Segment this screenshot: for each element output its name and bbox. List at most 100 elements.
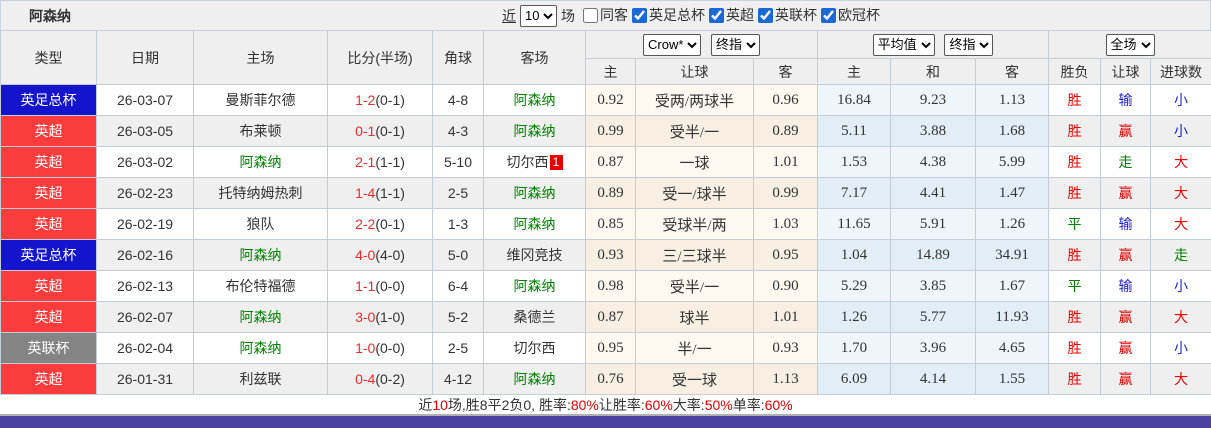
result-handicap: 赢 [1100, 177, 1152, 209]
odds-home: 0.87 [585, 146, 636, 178]
avg-away: 34.91 [974, 239, 1050, 271]
col-header-score: 比分(半场) [327, 30, 433, 85]
score-cell: 4-0(4-0) [327, 239, 433, 271]
filter-checkbox-同客[interactable]: 同客 [583, 5, 628, 25]
subcol-result-goals: 进球数 [1150, 58, 1211, 85]
away-team[interactable]: 切尔西 1 [483, 146, 586, 178]
subcol-avg-away: 客 [974, 58, 1050, 85]
home-team[interactable]: 曼斯菲尔德 [193, 84, 328, 116]
home-team[interactable]: 阿森纳 [193, 146, 328, 178]
odds-away: 0.93 [753, 332, 818, 364]
league-badge: 英超 [0, 146, 97, 178]
halftime-score: (4-0) [375, 247, 405, 263]
avg-away: 1.13 [974, 84, 1050, 116]
corners: 2-5 [432, 332, 484, 364]
league-badge: 英足总杯 [0, 239, 97, 271]
near-link[interactable]: 近 [502, 6, 516, 26]
away-team[interactable]: 阿森纳 [483, 84, 586, 116]
score-cell: 1-4(1-1) [327, 177, 433, 209]
odds-handicap-line: 受一/球半 [635, 177, 754, 209]
odds-provider-select[interactable]: Crow* [643, 33, 702, 56]
filter-checkbox-欧冠杯[interactable]: 欧冠杯 [821, 5, 880, 25]
result-handicap: 输 [1100, 208, 1152, 240]
fulltime-score: 2-1 [355, 154, 376, 170]
match-date: 26-02-16 [96, 239, 194, 271]
halftime-score: (0-1) [375, 216, 405, 232]
odds-final-select[interactable]: 终指 [710, 33, 760, 56]
avg-away: 5.99 [974, 146, 1050, 178]
checkbox-input[interactable] [709, 7, 724, 23]
home-team[interactable]: 阿森纳 [193, 239, 328, 271]
fulltime-score: 1-2 [355, 92, 376, 108]
away-team[interactable]: 维冈竞技 [483, 239, 586, 271]
result-wdl: 胜 [1048, 115, 1102, 147]
summary-segment: 50% [704, 396, 733, 413]
checkbox-input[interactable] [632, 7, 647, 23]
result-goals: 小 [1150, 84, 1211, 116]
odds-away: 0.96 [753, 84, 818, 116]
checkbox-label: 欧冠杯 [838, 7, 880, 24]
filter-checkbox-英足总杯[interactable]: 英足总杯 [632, 5, 705, 25]
avg-away: 1.26 [974, 208, 1050, 240]
subcol-odds-away: 客 [753, 58, 818, 85]
avg-home: 1.04 [817, 239, 891, 271]
fulltime-score: 1-4 [355, 185, 376, 201]
odds-home: 0.92 [585, 84, 636, 116]
table-header: 类型 日期 主场 比分(半场) 角球 客场 Crow* 终指 平均值 终指 全场 [0, 30, 1211, 85]
home-team[interactable]: 狼队 [193, 208, 328, 240]
home-team[interactable]: 布伦特福德 [193, 270, 328, 302]
result-wdl: 胜 [1048, 301, 1102, 333]
league-badge: 英超 [0, 115, 97, 147]
odds-away: 0.95 [753, 239, 818, 271]
away-badge: 1 [549, 155, 563, 170]
filter-checkbox-英联杯[interactable]: 英联杯 [758, 5, 817, 25]
league-filter-checkboxes: 同客 英足总杯 英超 英联杯 欧冠杯 [579, 5, 880, 26]
summary-segment: 60% [644, 396, 673, 413]
result-handicap: 赢 [1100, 363, 1152, 395]
result-handicap: 赢 [1100, 115, 1152, 147]
away-team[interactable]: 切尔西 [483, 332, 586, 364]
summary-segment: 让胜率: [598, 396, 645, 413]
avg-final-select[interactable]: 终指 [944, 33, 994, 56]
home-team[interactable]: 布莱顿 [193, 115, 328, 147]
home-team[interactable]: 阿森纳 [193, 301, 328, 333]
away-team-name: 阿森纳 [513, 371, 556, 387]
away-team[interactable]: 阿森纳 [483, 115, 586, 147]
result-handicap: 走 [1100, 146, 1152, 178]
home-team[interactable]: 托特纳姆热刺 [193, 177, 328, 209]
checkbox-input[interactable] [758, 7, 773, 23]
corners: 2-5 [432, 177, 484, 209]
away-team[interactable]: 阿森纳 [483, 208, 586, 240]
avg-home: 6.09 [817, 363, 891, 395]
home-team[interactable]: 利兹联 [193, 363, 328, 395]
subcol-odds-handicap: 让球 [635, 58, 754, 85]
odds-home: 0.85 [585, 208, 636, 240]
col-header-corners: 角球 [432, 30, 484, 85]
bottom-bar [0, 416, 1211, 428]
match-date: 26-03-05 [96, 115, 194, 147]
away-team[interactable]: 阿森纳 [483, 270, 586, 302]
away-team[interactable]: 桑德兰 [483, 301, 586, 333]
match-date: 26-02-04 [96, 332, 194, 364]
away-team[interactable]: 阿森纳 [483, 363, 586, 395]
league-badge: 英超 [0, 301, 97, 333]
avg-away: 1.55 [974, 363, 1050, 395]
filter-checkbox-英超[interactable]: 英超 [709, 5, 754, 25]
subcol-odds-home: 主 [585, 58, 636, 85]
odds-home: 0.98 [585, 270, 636, 302]
result-wdl: 胜 [1048, 239, 1102, 271]
avg-away: 1.67 [974, 270, 1050, 302]
checkbox-input[interactable] [821, 7, 836, 23]
away-team-name: 阿森纳 [513, 278, 556, 294]
fullmatch-select[interactable]: 全场 [1105, 33, 1155, 56]
away-team[interactable]: 阿森纳 [483, 177, 586, 209]
odds-away: 0.99 [753, 177, 818, 209]
summary-segment: 10 [432, 396, 448, 413]
odds-away: 1.01 [753, 146, 818, 178]
result-wdl: 胜 [1048, 332, 1102, 364]
home-team[interactable]: 阿森纳 [193, 332, 328, 364]
checkbox-input[interactable] [583, 7, 598, 23]
games-count-select[interactable]: 10 [520, 4, 557, 27]
games-suffix-label: 场 [561, 7, 575, 24]
avg-type-select[interactable]: 平均值 [872, 33, 935, 56]
